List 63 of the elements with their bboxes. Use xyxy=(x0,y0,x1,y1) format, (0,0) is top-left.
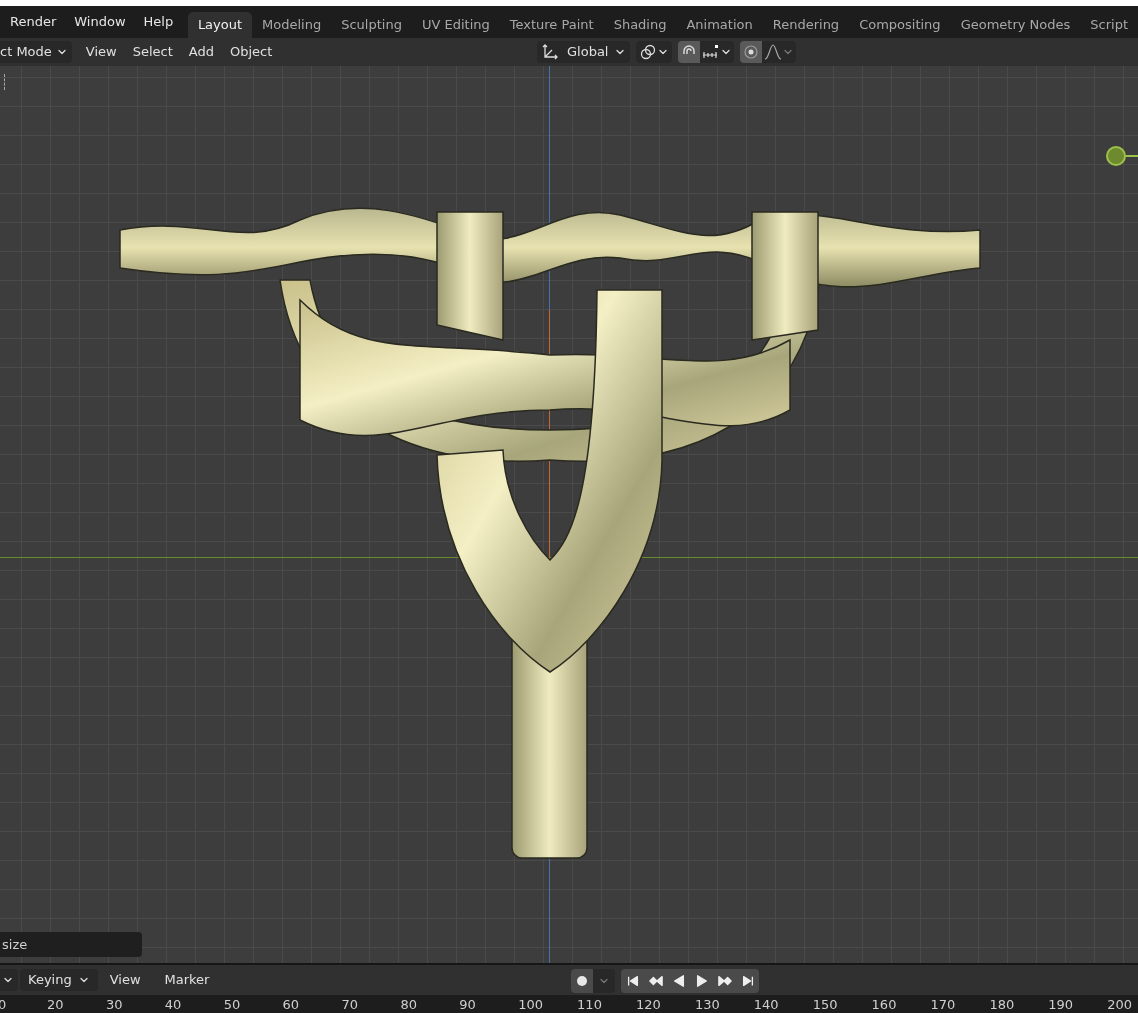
workspace-tab[interactable]: Modeling xyxy=(252,12,332,38)
menu-item[interactable]: Render xyxy=(4,9,63,35)
workspace-tab[interactable]: Compositing xyxy=(849,12,951,38)
3d-viewport[interactable]: size xyxy=(0,66,1138,963)
frame-number: 110 xyxy=(577,997,602,1013)
proportional-editing-toggle[interactable] xyxy=(740,41,763,63)
frame-number: 180 xyxy=(989,997,1015,1013)
play-icon xyxy=(694,974,709,988)
menu-item[interactable]: Help xyxy=(137,9,180,35)
prev-keyframe-icon xyxy=(648,974,663,988)
frame-number: 90 xyxy=(459,997,476,1013)
frame-number: 200 xyxy=(1107,997,1132,1013)
mode-dropdown[interactable]: ct Mode xyxy=(0,41,72,63)
workspace-tab[interactable]: UV Editing xyxy=(411,12,500,38)
orientation-dropdown[interactable]: Global xyxy=(537,41,631,63)
falloff-curve-icon xyxy=(764,44,783,60)
record-button[interactable] xyxy=(571,969,593,993)
menu-item[interactable]: View xyxy=(97,969,153,991)
workspace-tab[interactable]: Animation xyxy=(676,12,763,38)
link-rings-icon xyxy=(639,43,658,61)
frame-number: 80 xyxy=(400,997,417,1013)
menu-item[interactable]: Marker xyxy=(152,969,222,991)
frame-number: 20 xyxy=(47,997,64,1013)
menu-item[interactable]: Window xyxy=(68,9,132,35)
workspace-tab[interactable]: Rendering xyxy=(762,12,850,38)
frame-number: 160 xyxy=(871,997,897,1013)
jump-end-icon xyxy=(740,974,755,988)
frame-number: 170 xyxy=(930,997,956,1013)
next-keyframe-icon xyxy=(717,974,732,988)
frame-number: 130 xyxy=(694,997,720,1013)
snap-toggle[interactable] xyxy=(678,41,701,63)
jump-start-icon xyxy=(625,974,640,988)
frame-number: 40 xyxy=(164,997,182,1013)
workspace-tab[interactable]: Layout xyxy=(187,12,253,38)
keying-dropdown[interactable]: Keying xyxy=(20,969,98,991)
record-icon xyxy=(577,976,587,986)
frame-number: 140 xyxy=(753,997,779,1013)
increment-icon xyxy=(702,44,721,60)
frame-number: 100 xyxy=(518,997,543,1013)
frame-number: 150 xyxy=(812,997,838,1013)
frame-number: 190 xyxy=(1048,997,1074,1013)
workspace-tab[interactable]: Texture Paint xyxy=(499,12,604,38)
frame-number: 60 xyxy=(282,997,300,1013)
frame-number: 50 xyxy=(223,997,241,1013)
menu-item[interactable]: Add xyxy=(180,41,222,63)
workspace-tab[interactable]: Sculpting xyxy=(331,12,412,38)
panel-label: size xyxy=(2,935,28,954)
menu-item[interactable]: Object xyxy=(221,41,281,63)
workspace-tab[interactable]: Shading xyxy=(603,12,677,38)
menu-item[interactable]: Select xyxy=(124,41,181,63)
axes-icon xyxy=(541,43,559,61)
workspace-tab[interactable]: Script xyxy=(1080,12,1138,38)
frame-number: 30 xyxy=(105,997,123,1013)
frame-number: 120 xyxy=(636,997,661,1013)
workspace-tab[interactable]: Geometry Nodes xyxy=(950,12,1081,38)
play-reverse-icon xyxy=(671,974,686,988)
dropdown[interactable] xyxy=(0,969,18,991)
operator-panel[interactable]: size xyxy=(0,932,142,957)
pivot-dropdown[interactable] xyxy=(636,41,673,63)
target-circle-icon xyxy=(744,45,759,59)
frame-number: 70 xyxy=(341,997,359,1013)
light-gizmo[interactable] xyxy=(1106,146,1126,166)
menu-item[interactable]: View xyxy=(77,41,125,63)
